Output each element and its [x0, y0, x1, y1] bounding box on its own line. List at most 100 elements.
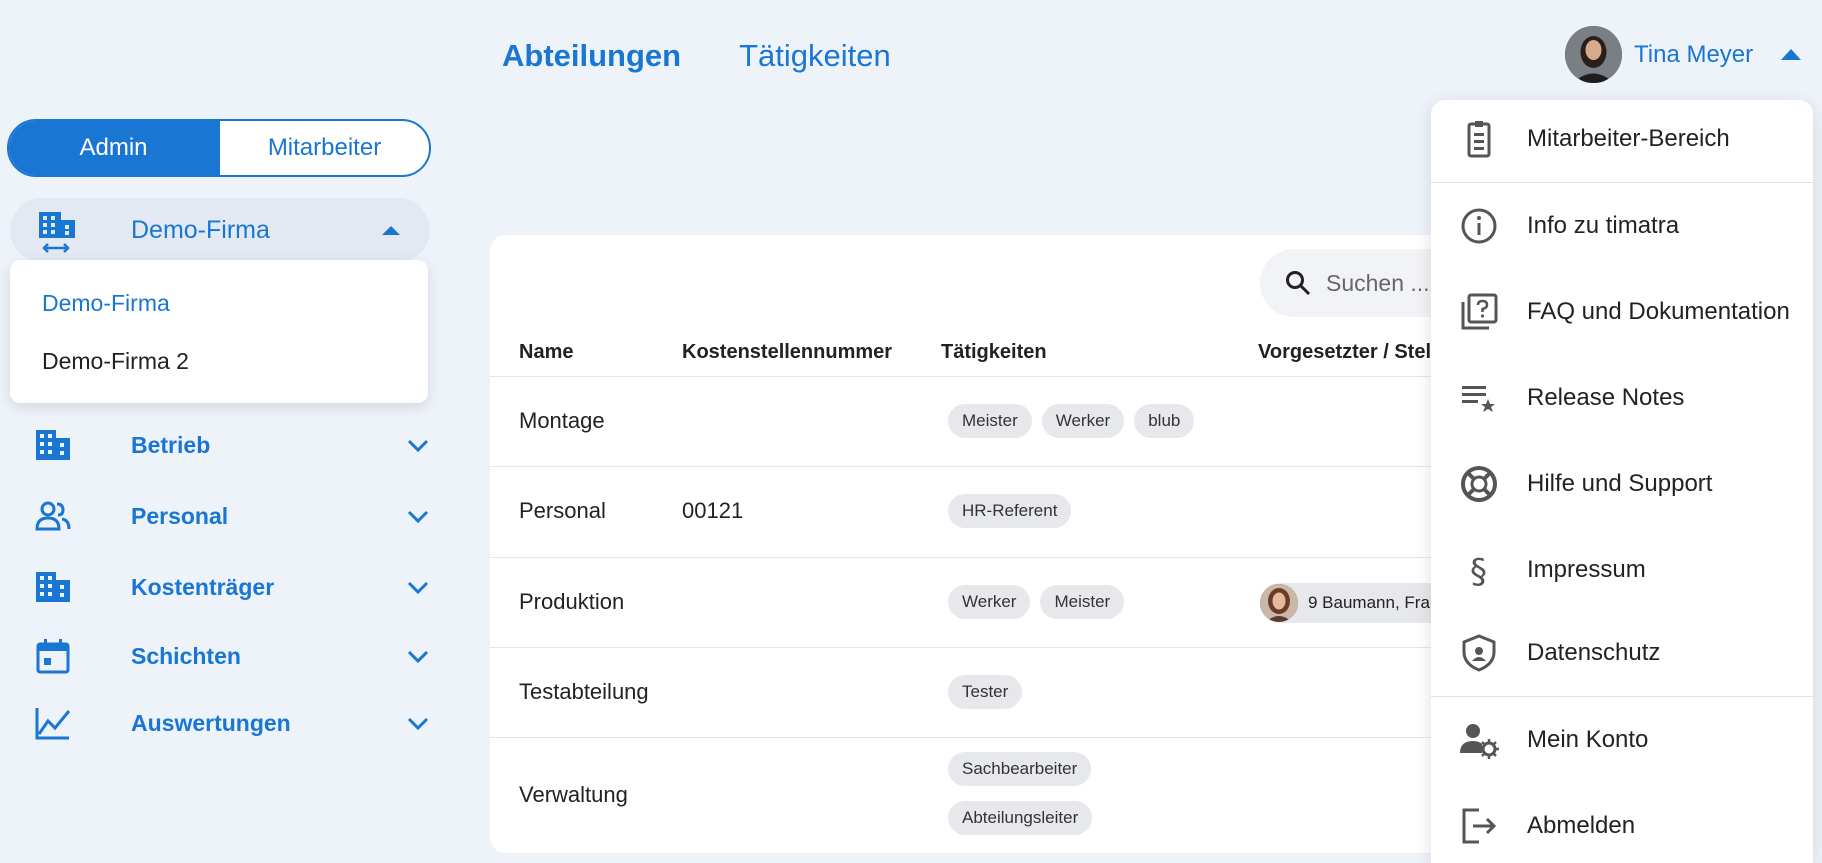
divider — [1431, 182, 1813, 183]
table-row[interactable]: Personal 00121 HR-Referent — [490, 466, 1450, 557]
activity-chip[interactable]: Werker — [1041, 404, 1125, 438]
table-row[interactable]: Verwaltung Sachbearbeiter Abteilungsleit… — [490, 737, 1450, 853]
column-header-name[interactable]: Name — [519, 341, 573, 364]
sidebar-item-schichten[interactable]: Schichten — [34, 634, 430, 678]
menu-item-release-notes[interactable]: Release Notes — [1431, 362, 1813, 434]
cost-center-number: 00121 — [682, 498, 744, 523]
sidebar-item-personal[interactable]: Personal — [34, 494, 430, 538]
activity-chip[interactable]: Meister — [948, 404, 1032, 438]
activity-tags: Meister Werker blub — [948, 404, 1204, 438]
company-selector[interactable]: Demo-Firma — [10, 198, 430, 262]
activity-chip[interactable]: Abteilungsleiter — [948, 801, 1093, 835]
activity-chip[interactable]: Meister — [1040, 585, 1125, 619]
menu-item-label: Datenschutz — [1527, 639, 1661, 666]
account-settings-icon — [1459, 720, 1499, 760]
calendar-icon — [34, 637, 72, 675]
menu-item-help[interactable]: Hilfe und Support — [1431, 448, 1813, 520]
sidebar-item-label: Auswertungen — [131, 709, 291, 736]
chevron-down-icon — [406, 506, 430, 526]
department-name: Montage — [519, 408, 605, 433]
sidebar-item-label: Kostenträger — [131, 573, 275, 600]
supervisor-name: 9 Baumann, Fra — [1308, 593, 1430, 612]
menu-item-info[interactable]: Info zu timatra — [1431, 190, 1813, 262]
activity-tags: Tester — [948, 675, 1032, 709]
chevron-down-icon — [406, 646, 430, 666]
company-dropdown: Demo-Firma Demo-Firma 2 — [10, 260, 428, 403]
building-icon — [34, 426, 72, 464]
supervisor-chip[interactable]: 9 Baumann, Fra — [1260, 583, 1450, 623]
menu-item-my-account[interactable]: Mein Konto — [1431, 704, 1813, 776]
department-name: Verwaltung — [519, 782, 628, 807]
activity-chip[interactable]: Werker — [948, 585, 1031, 619]
sidebar-item-label: Personal — [131, 502, 229, 529]
divider — [1431, 696, 1813, 697]
top-nav: Abteilungen Tätigkeiten — [502, 38, 891, 74]
role-toggle: Admin Mitarbeiter — [7, 119, 431, 177]
lifebuoy-icon — [1459, 464, 1499, 504]
column-header-activities[interactable]: Tätigkeiten — [941, 341, 1047, 364]
menu-item-label: Release Notes — [1527, 384, 1685, 411]
menu-item-logout[interactable]: Abmelden — [1431, 790, 1813, 862]
activity-tags: HR-Referent — [948, 494, 1081, 528]
company-option-2[interactable]: Demo-Firma 2 — [42, 348, 189, 375]
admin-toggle-button[interactable]: Admin — [9, 121, 218, 175]
table-row[interactable]: Testabteilung Tester — [490, 647, 1450, 737]
menu-item-employee-area[interactable]: Mitarbeiter-Bereich — [1431, 103, 1813, 175]
menu-item-label: Hilfe und Support — [1527, 470, 1713, 497]
activity-chip[interactable]: blub — [1134, 404, 1195, 438]
activity-tags: Sachbearbeiter — [948, 752, 1101, 786]
table-row[interactable]: Produktion Werker Meister 9 Baumann, Fra — [490, 557, 1450, 647]
activity-chip[interactable]: HR-Referent — [948, 494, 1072, 528]
menu-item-label: Mitarbeiter-Bereich — [1527, 125, 1730, 152]
sidebar-item-betrieb[interactable]: Betrieb — [34, 423, 430, 467]
menu-item-label: FAQ und Dokumentation — [1527, 298, 1790, 325]
user-name: Tina Meyer — [1634, 40, 1754, 68]
activity-tags: Werker Meister — [948, 585, 1134, 619]
caret-up-icon — [382, 226, 400, 235]
avatar — [1260, 584, 1298, 622]
sidebar-item-auswertungen[interactable]: Auswertungen — [34, 701, 430, 745]
department-name: Testabteilung — [519, 679, 649, 704]
search-input[interactable]: Suchen ... — [1260, 249, 1450, 317]
menu-item-privacy[interactable]: Datenschutz — [1431, 617, 1813, 689]
activity-tags: Abteilungsleiter — [948, 801, 1102, 835]
chevron-down-icon — [406, 435, 430, 455]
caret-up-icon — [1781, 49, 1802, 60]
tab-abteilungen[interactable]: Abteilungen — [502, 38, 681, 74]
menu-item-label: Info zu timatra — [1527, 212, 1680, 239]
menu-item-imprint[interactable]: § Impressum — [1431, 534, 1813, 606]
column-header-supervisor[interactable]: Vorgesetzter / Stel — [1258, 341, 1431, 364]
department-name: Produktion — [519, 589, 625, 614]
faq-icon — [1459, 292, 1499, 332]
info-icon — [1459, 206, 1499, 246]
sidebar-item-label: Betrieb — [131, 431, 211, 458]
company-switch-icon — [36, 210, 80, 254]
badge-icon — [1459, 119, 1499, 159]
tab-taetigkeiten[interactable]: Tätigkeiten — [739, 38, 891, 74]
employee-toggle-button[interactable]: Mitarbeiter — [218, 121, 429, 175]
activity-chip[interactable]: Sachbearbeiter — [948, 752, 1092, 786]
avatar — [1565, 26, 1622, 83]
company-option-1[interactable]: Demo-Firma — [42, 290, 170, 317]
chart-icon — [34, 704, 72, 742]
section-sign-icon: § — [1459, 550, 1499, 592]
activity-chip[interactable]: Tester — [948, 675, 1023, 709]
chevron-down-icon — [406, 713, 430, 733]
shield-icon — [1459, 633, 1499, 673]
release-notes-icon — [1459, 378, 1499, 418]
chevron-down-icon — [406, 577, 430, 597]
svg-text:§: § — [1470, 552, 1487, 590]
table-row[interactable]: Montage Meister Werker blub — [490, 376, 1450, 466]
menu-item-faq[interactable]: FAQ und Dokumentation — [1431, 276, 1813, 348]
menu-item-label: Abmelden — [1527, 812, 1636, 839]
sidebar-item-label: Schichten — [131, 642, 241, 669]
company-selected: Demo-Firma — [131, 215, 270, 244]
department-name: Personal — [519, 498, 606, 523]
column-header-cost-center[interactable]: Kostenstellennummer — [682, 341, 892, 364]
user-dropdown-menu: Mitarbeiter-Bereich Info zu timatra FAQ … — [1431, 100, 1813, 863]
sidebar-item-kostentraeger[interactable]: Kostenträger — [34, 565, 430, 609]
departments-card: Suchen ... Name Kostenstellennummer Täti… — [490, 235, 1450, 853]
user-menu-trigger[interactable]: Tina Meyer — [1565, 26, 1802, 83]
menu-item-label: Mein Konto — [1527, 726, 1649, 753]
menu-item-label: Impressum — [1527, 556, 1646, 583]
